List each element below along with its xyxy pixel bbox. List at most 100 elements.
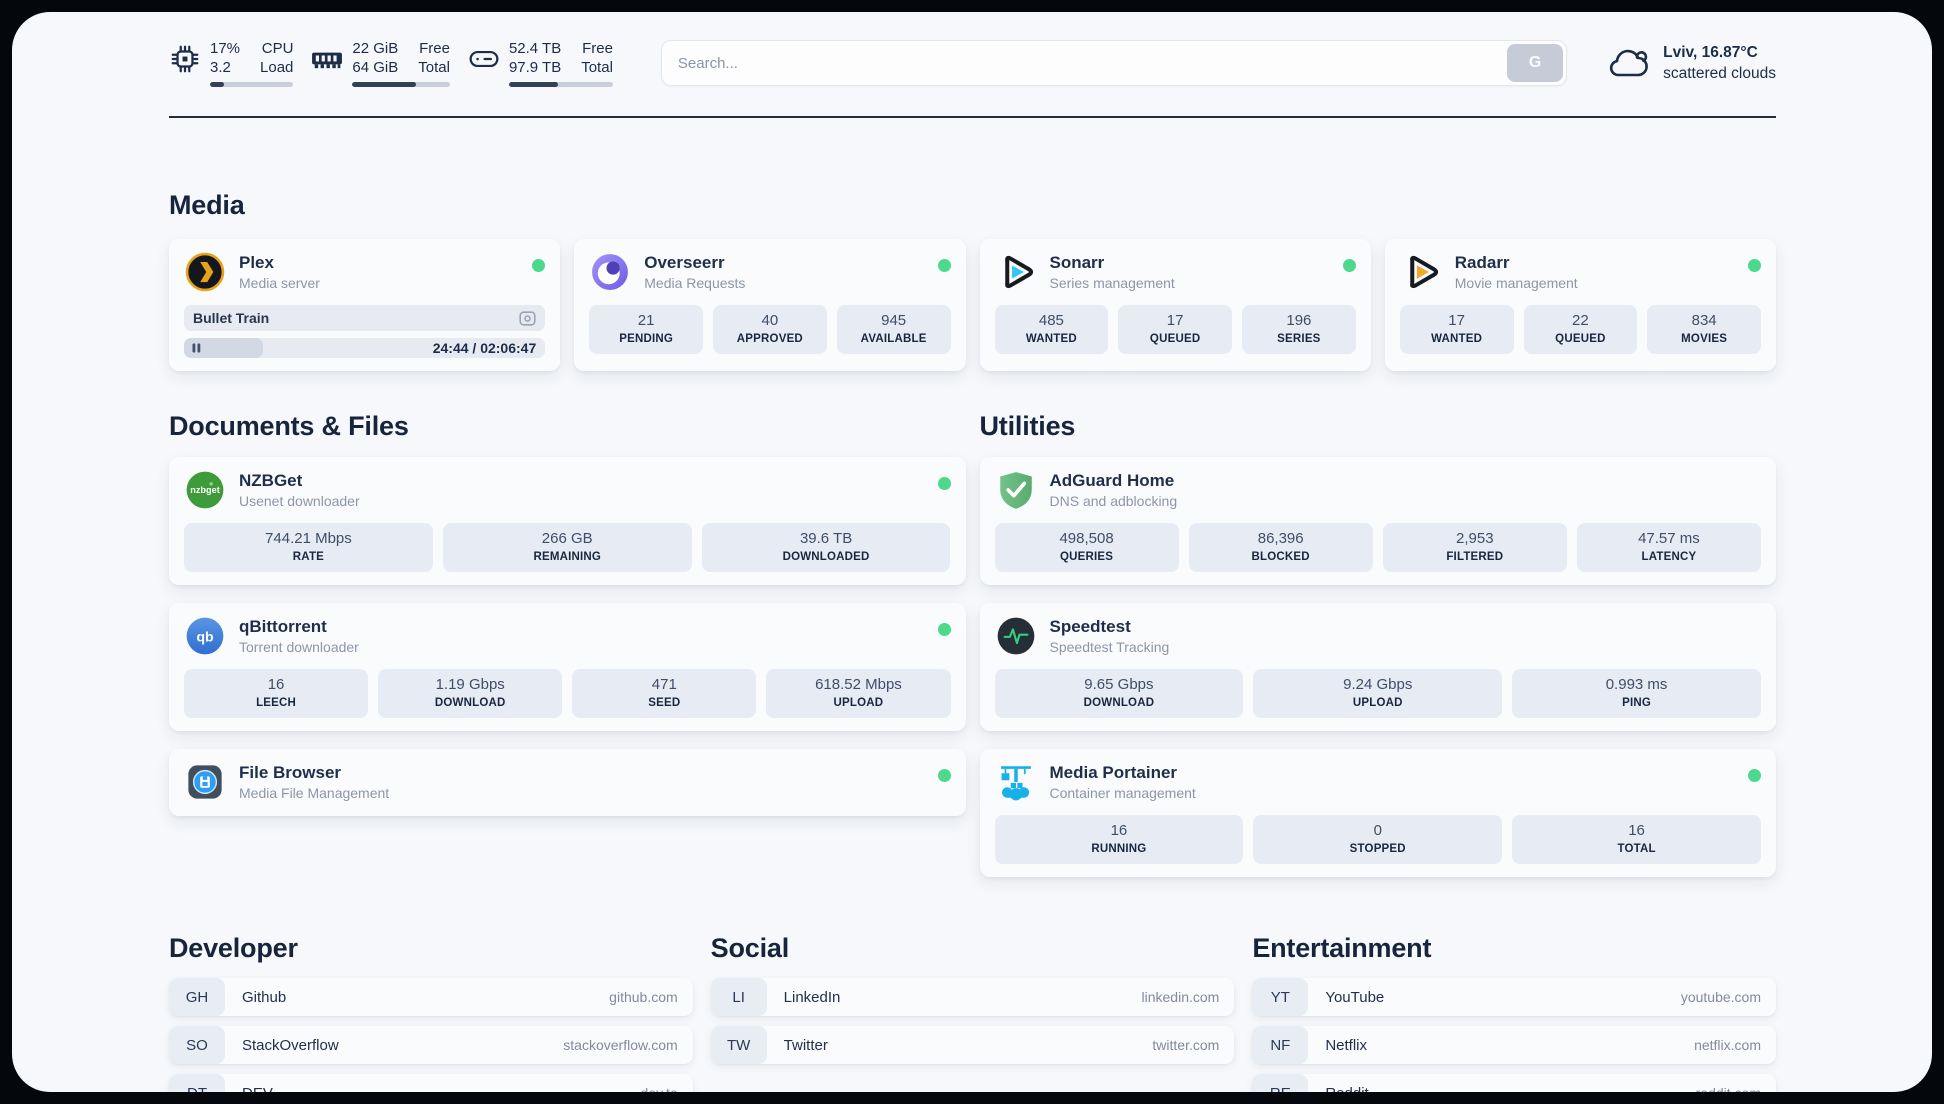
bookmark-abbr: SO [169, 1026, 225, 1064]
stat-value: 618.52 Mbps [815, 676, 902, 693]
app-card-sonarr[interactable]: Sonarr Series management 485 WANTED 17 Q… [979, 239, 1371, 371]
cpu-load-value: 3.2 [210, 59, 231, 76]
bookmark-name: Netflix [1325, 1036, 1368, 1054]
stat-tile: 86,396 BLOCKED [1188, 523, 1373, 572]
status-online-dot [937, 623, 951, 636]
app-card-speedtest[interactable]: Speedtest Speedtest Tracking 9.65 Gbps D… [979, 603, 1776, 731]
search-engine-button[interactable]: G [1507, 44, 1564, 82]
stat-value: 1.19 Gbps [435, 676, 505, 693]
stat-value: 39.6 TB [799, 530, 853, 547]
stat-label: PENDING [619, 333, 674, 345]
app-card-plex[interactable]: Plex Media server Bullet Train 24:44 / 0… [169, 239, 561, 371]
stat-tile: 0 STOPPED [1253, 815, 1503, 864]
stat-value: 485 [1038, 312, 1064, 329]
app-description: Movie management [1454, 275, 1578, 291]
bookmark-name: Twitter [783, 1036, 828, 1054]
stat-tile: 1.19 Gbps DOWNLOAD [378, 669, 563, 718]
app-card-overseerr[interactable]: Overseerr Media Requests 21 PENDING 40 A… [574, 239, 966, 371]
stat-value: 834 [1691, 312, 1717, 329]
portainer-icon [1000, 766, 1031, 801]
app-card-nzbget[interactable]: nzbget NZBGet Usenet downloader 744.21 M… [169, 457, 966, 585]
stat-label: STOPPED [1349, 843, 1406, 855]
stat-label: LATENCY [1641, 551, 1697, 563]
stat-value: 9.24 Gbps [1343, 676, 1413, 693]
bookmark-url: youtube.com [1680, 989, 1761, 1005]
stat-tile: 2,953 FILTERED [1382, 523, 1567, 572]
bookmark-abbr: TW [710, 1026, 767, 1064]
bookmark-stackoverflow[interactable]: SO StackOverflow stackoverflow.com [169, 1026, 693, 1064]
app-card-portainer[interactable]: Media Portainer Container management 16 … [979, 749, 1776, 877]
bookmark-url: reddit.com [1696, 1085, 1776, 1092]
app-description: Media File Management [239, 785, 390, 801]
bookmark-name: YouTube [1325, 988, 1385, 1006]
stat-label: REMAINING [533, 551, 602, 563]
playback-progress-bar[interactable]: 24:44 / 02:06:47 [184, 338, 546, 358]
app-card-filebrowser[interactable]: File Browser Media File Management [169, 749, 966, 816]
app-description: Media Requests [644, 275, 746, 291]
app-name: Media Portainer [1049, 763, 1178, 782]
svg-text:qb: qb [196, 628, 213, 644]
bookmark-netflix[interactable]: NF Netflix netflix.com [1252, 1026, 1776, 1064]
session-info-icon[interactable] [519, 310, 536, 326]
stat-value: 16 [267, 676, 285, 693]
bookmark-abbr: GH [169, 978, 225, 1016]
bookmark-linkedin[interactable]: LI LinkedIn linkedin.com [710, 978, 1235, 1016]
stat-label: SEED [648, 697, 681, 709]
bookmark-dev[interactable]: DT DEV dev.to [169, 1074, 693, 1092]
disk-label-1: Free [582, 40, 613, 57]
bookmark-abbr: NF [1252, 1026, 1309, 1064]
pause-icon[interactable] [192, 343, 201, 353]
stat-label: UPLOAD [833, 697, 884, 709]
stat-tile: 22 QUEUED [1523, 305, 1638, 354]
stat-label: WANTED [1431, 333, 1483, 345]
bookmark-reddit[interactable]: RE Reddit reddit.com [1252, 1074, 1776, 1092]
app-card-qbittorrent[interactable]: qb qBittorrent Torrent downloader 16 LEE… [169, 603, 966, 731]
section-title-media: Media [169, 190, 245, 220]
playback-time: 24:44 / 02:06:47 [432, 340, 537, 356]
bookmark-url: github.com [609, 989, 678, 1005]
bookmark-youtube[interactable]: YT YouTube youtube.com [1252, 978, 1776, 1016]
app-name: Plex [239, 253, 274, 272]
stat-tile: 39.6 TB DOWNLOADED [701, 523, 951, 572]
stat-value: 16 [1628, 822, 1645, 839]
disk-total-value: 97.9 TB [508, 59, 562, 76]
stat-tile: 744.21 Mbps RATE [184, 523, 433, 572]
section-title-entertainment: Entertainment [1252, 933, 1432, 963]
stat-value: 9.65 Gbps [1084, 676, 1154, 693]
plex-icon [185, 252, 225, 292]
stat-tile: 16 RUNNING [994, 815, 1244, 864]
bookmark-name: Github [242, 988, 287, 1006]
status-online-dot [1748, 259, 1761, 272]
bookmark-name: Reddit [1325, 1085, 1368, 1093]
ram-total-value: 64 GiB [352, 59, 399, 76]
disk-icon [469, 50, 499, 68]
cpu-usage-value: 17% [210, 40, 241, 57]
stat-label: APPROVED [736, 333, 803, 345]
search-input[interactable] [661, 54, 1508, 72]
stat-label: MOVIES [1681, 333, 1728, 345]
app-description: Container management [1049, 785, 1196, 801]
stat-label: PING [1622, 697, 1652, 709]
stat-value: 47.57 ms [1638, 530, 1700, 547]
stat-tile: 618.52 Mbps UPLOAD [766, 669, 951, 718]
stat-value: 0 [1373, 822, 1382, 839]
stat-tile: 47.57 ms LATENCY [1576, 523, 1761, 572]
bookmark-github[interactable]: GH Github github.com [169, 978, 693, 1016]
app-card-radarr[interactable]: Radarr Movie management 17 WANTED 22 QUE… [1384, 239, 1776, 371]
stat-tile: 16 LEECH [184, 669, 369, 718]
section-title-documents: Documents & Files [169, 411, 409, 441]
bookmark-abbr: RE [1252, 1074, 1309, 1092]
stat-tile: 196 SERIES [1242, 305, 1356, 354]
sonarr-icon [1004, 255, 1033, 289]
bookmark-section-developer: Developer GH Github github.com SO StackO… [169, 933, 693, 1092]
bookmark-url: linkedin.com [1141, 989, 1220, 1005]
bookmark-abbr: DT [169, 1074, 225, 1092]
bookmark-twitter[interactable]: TW Twitter twitter.com [710, 1026, 1235, 1064]
cpu-label-2: Load [260, 59, 294, 76]
stat-value: 21 [637, 312, 655, 329]
app-card-adguard[interactable]: AdGuard Home DNS and adblocking 498,508 … [979, 457, 1776, 585]
stat-label: UPLOAD [1352, 697, 1403, 709]
speedtest-icon [997, 617, 1034, 655]
bookmark-name: DEV [242, 1085, 273, 1093]
stat-label: LEECH [256, 697, 297, 709]
